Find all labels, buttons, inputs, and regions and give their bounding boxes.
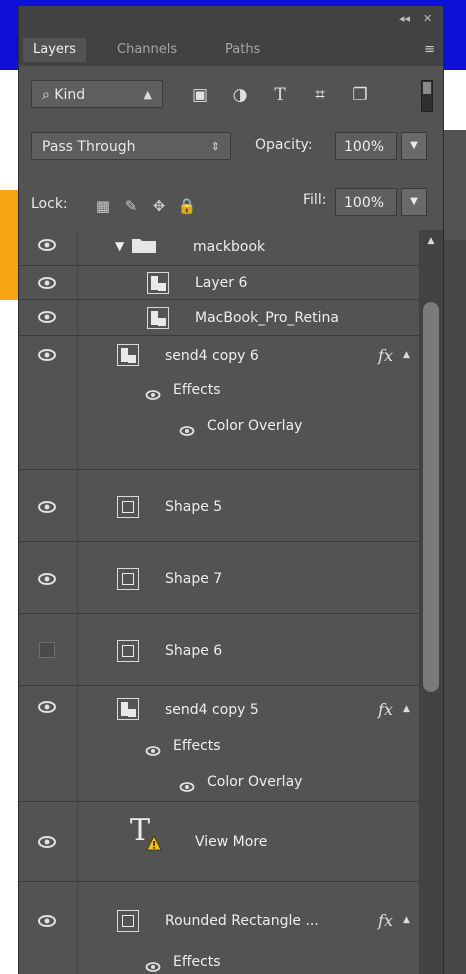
visibility-column (19, 882, 78, 974)
eye-icon[interactable] (37, 348, 57, 362)
eye-icon[interactable] (37, 310, 57, 324)
effect-name: Color Overlay (207, 418, 303, 434)
lock-all-icon[interactable]: 🔒 (177, 196, 197, 216)
shape-thumbnail-icon (117, 910, 139, 932)
fill-input[interactable]: 100% (335, 188, 397, 216)
collapse-icon[interactable]: ◂◂ (399, 12, 410, 25)
fill-label: Fill: (303, 192, 327, 208)
layers-panel: ◂◂ ✕ Layers Channels Paths ≡ ⌕ Kind ▲ ▣ … (18, 6, 444, 974)
effect-name: Color Overlay (207, 774, 303, 790)
eye-icon[interactable] (145, 386, 161, 400)
svg-text:T: T (130, 814, 150, 848)
layer-row[interactable]: Layer 6 (19, 266, 419, 300)
fill-dropdown-icon[interactable]: ▼ (401, 188, 427, 216)
adjacent-panel-handle (442, 130, 466, 240)
blend-mode-value: Pass Through (42, 139, 136, 155)
eye-icon[interactable] (179, 422, 195, 436)
filter-kind-select[interactable]: ⌕ Kind ▲ (31, 80, 163, 108)
image-filter-icon[interactable]: ▣ (189, 84, 211, 106)
layer-row[interactable]: send4 copy 6 fx ▲ Effects Color Overlay (19, 336, 419, 470)
eye-icon[interactable] (37, 500, 57, 514)
collapse-effects-icon[interactable]: ▲ (403, 915, 413, 925)
layer-row[interactable]: Shape 5 (19, 470, 419, 542)
opacity-dropdown-icon[interactable]: ▼ (401, 132, 427, 160)
adjustment-filter-icon[interactable]: ◑ (229, 84, 251, 106)
filter-kind-label: Kind (54, 87, 86, 103)
visibility-toggle-empty[interactable] (39, 642, 55, 658)
lock-transparent-icon[interactable]: ▦ (93, 196, 113, 216)
tab-channels[interactable]: Channels (107, 38, 187, 62)
scroll-up-icon[interactable]: ▲ (419, 236, 443, 246)
shape-thumbnail-icon (117, 568, 139, 590)
layer-name: MacBook_Pro_Retina (195, 310, 339, 326)
collapse-effects-icon[interactable]: ▲ (403, 350, 413, 360)
lock-label: Lock: (31, 196, 68, 212)
opacity-label: Opacity: (255, 137, 313, 153)
eye-icon[interactable] (37, 700, 57, 714)
layer-name: Shape 5 (165, 499, 223, 515)
expand-arrow-icon[interactable]: ▼ (115, 239, 124, 253)
smart-object-filter-icon[interactable]: ❐ (349, 84, 371, 106)
layer-name: Shape 7 (165, 571, 223, 587)
scrollbar-thumb[interactable] (423, 302, 439, 692)
tab-paths[interactable]: Paths (215, 38, 270, 62)
eye-icon[interactable] (37, 572, 57, 586)
select-arrows-icon: ▲ (143, 88, 152, 101)
layer-name: send4 copy 6 (165, 348, 259, 364)
effects-label: Effects (173, 738, 221, 754)
lock-position-icon[interactable]: ✥ (149, 196, 169, 216)
close-icon[interactable]: ✕ (423, 12, 432, 25)
layer-row[interactable]: Shape 6 (19, 614, 419, 686)
fx-icon[interactable]: fx (378, 346, 393, 365)
eye-icon[interactable] (37, 914, 57, 928)
layer-name: View More (195, 834, 268, 850)
layer-name: Layer 6 (195, 275, 248, 291)
opacity-input[interactable]: 100% (335, 132, 397, 160)
folder-icon (131, 236, 157, 258)
smart-object-thumbnail-icon (117, 344, 139, 366)
layer-row[interactable]: Rounded Rectangle ... fx ▲ Effects (19, 882, 419, 974)
shape-thumbnail-icon (117, 640, 139, 662)
blend-mode-select[interactable]: Pass Through ⇕ (31, 132, 231, 160)
eye-icon[interactable] (145, 742, 161, 756)
layers-list: ▼ mackbook Layer 6 MacBook_Pro_Retina se… (19, 230, 419, 974)
filter-toggle[interactable] (421, 80, 433, 112)
search-icon: ⌕ (42, 87, 55, 103)
layer-name: Shape 6 (165, 643, 223, 659)
layer-name: mackbook (193, 239, 266, 255)
layer-name: Rounded Rectangle ... (165, 913, 319, 929)
fx-icon[interactable]: fx (378, 700, 393, 719)
smart-object-thumbnail-icon (117, 698, 139, 720)
panel-menu-icon[interactable]: ≡ (424, 42, 435, 57)
layer-name: send4 copy 5 (165, 702, 259, 718)
shape-thumbnail-icon (117, 496, 139, 518)
eye-icon[interactable] (37, 276, 57, 290)
panel-titlebar: ◂◂ ✕ (19, 6, 443, 34)
type-filter-icon[interactable]: T (269, 84, 291, 106)
shape-filter-icon[interactable]: ⌗ (309, 84, 331, 106)
layer-row[interactable]: Shape 7 (19, 542, 419, 614)
lock-brush-icon[interactable]: ✎ (121, 196, 141, 216)
tab-layers[interactable]: Layers (23, 38, 87, 62)
type-layer-icon: T (129, 813, 163, 858)
canvas-orange-element (0, 190, 20, 300)
eye-icon[interactable] (37, 238, 57, 252)
effects-label: Effects (173, 382, 221, 398)
eye-icon[interactable] (179, 778, 195, 792)
eye-icon[interactable] (145, 958, 161, 972)
eye-icon[interactable] (37, 835, 57, 849)
layer-row[interactable]: ▼ mackbook (19, 230, 419, 266)
layer-row[interactable]: MacBook_Pro_Retina (19, 300, 419, 336)
fx-icon[interactable]: fx (378, 911, 393, 930)
select-arrows-icon: ⇕ (210, 140, 220, 153)
layer-row[interactable]: T View More (19, 802, 419, 882)
smart-object-thumbnail-icon (147, 307, 169, 329)
smart-object-thumbnail-icon (147, 272, 169, 294)
effects-label: Effects (173, 954, 221, 970)
collapse-effects-icon[interactable]: ▲ (403, 704, 413, 714)
layer-row[interactable]: send4 copy 5 fx ▲ Effects Color Overlay (19, 686, 419, 802)
